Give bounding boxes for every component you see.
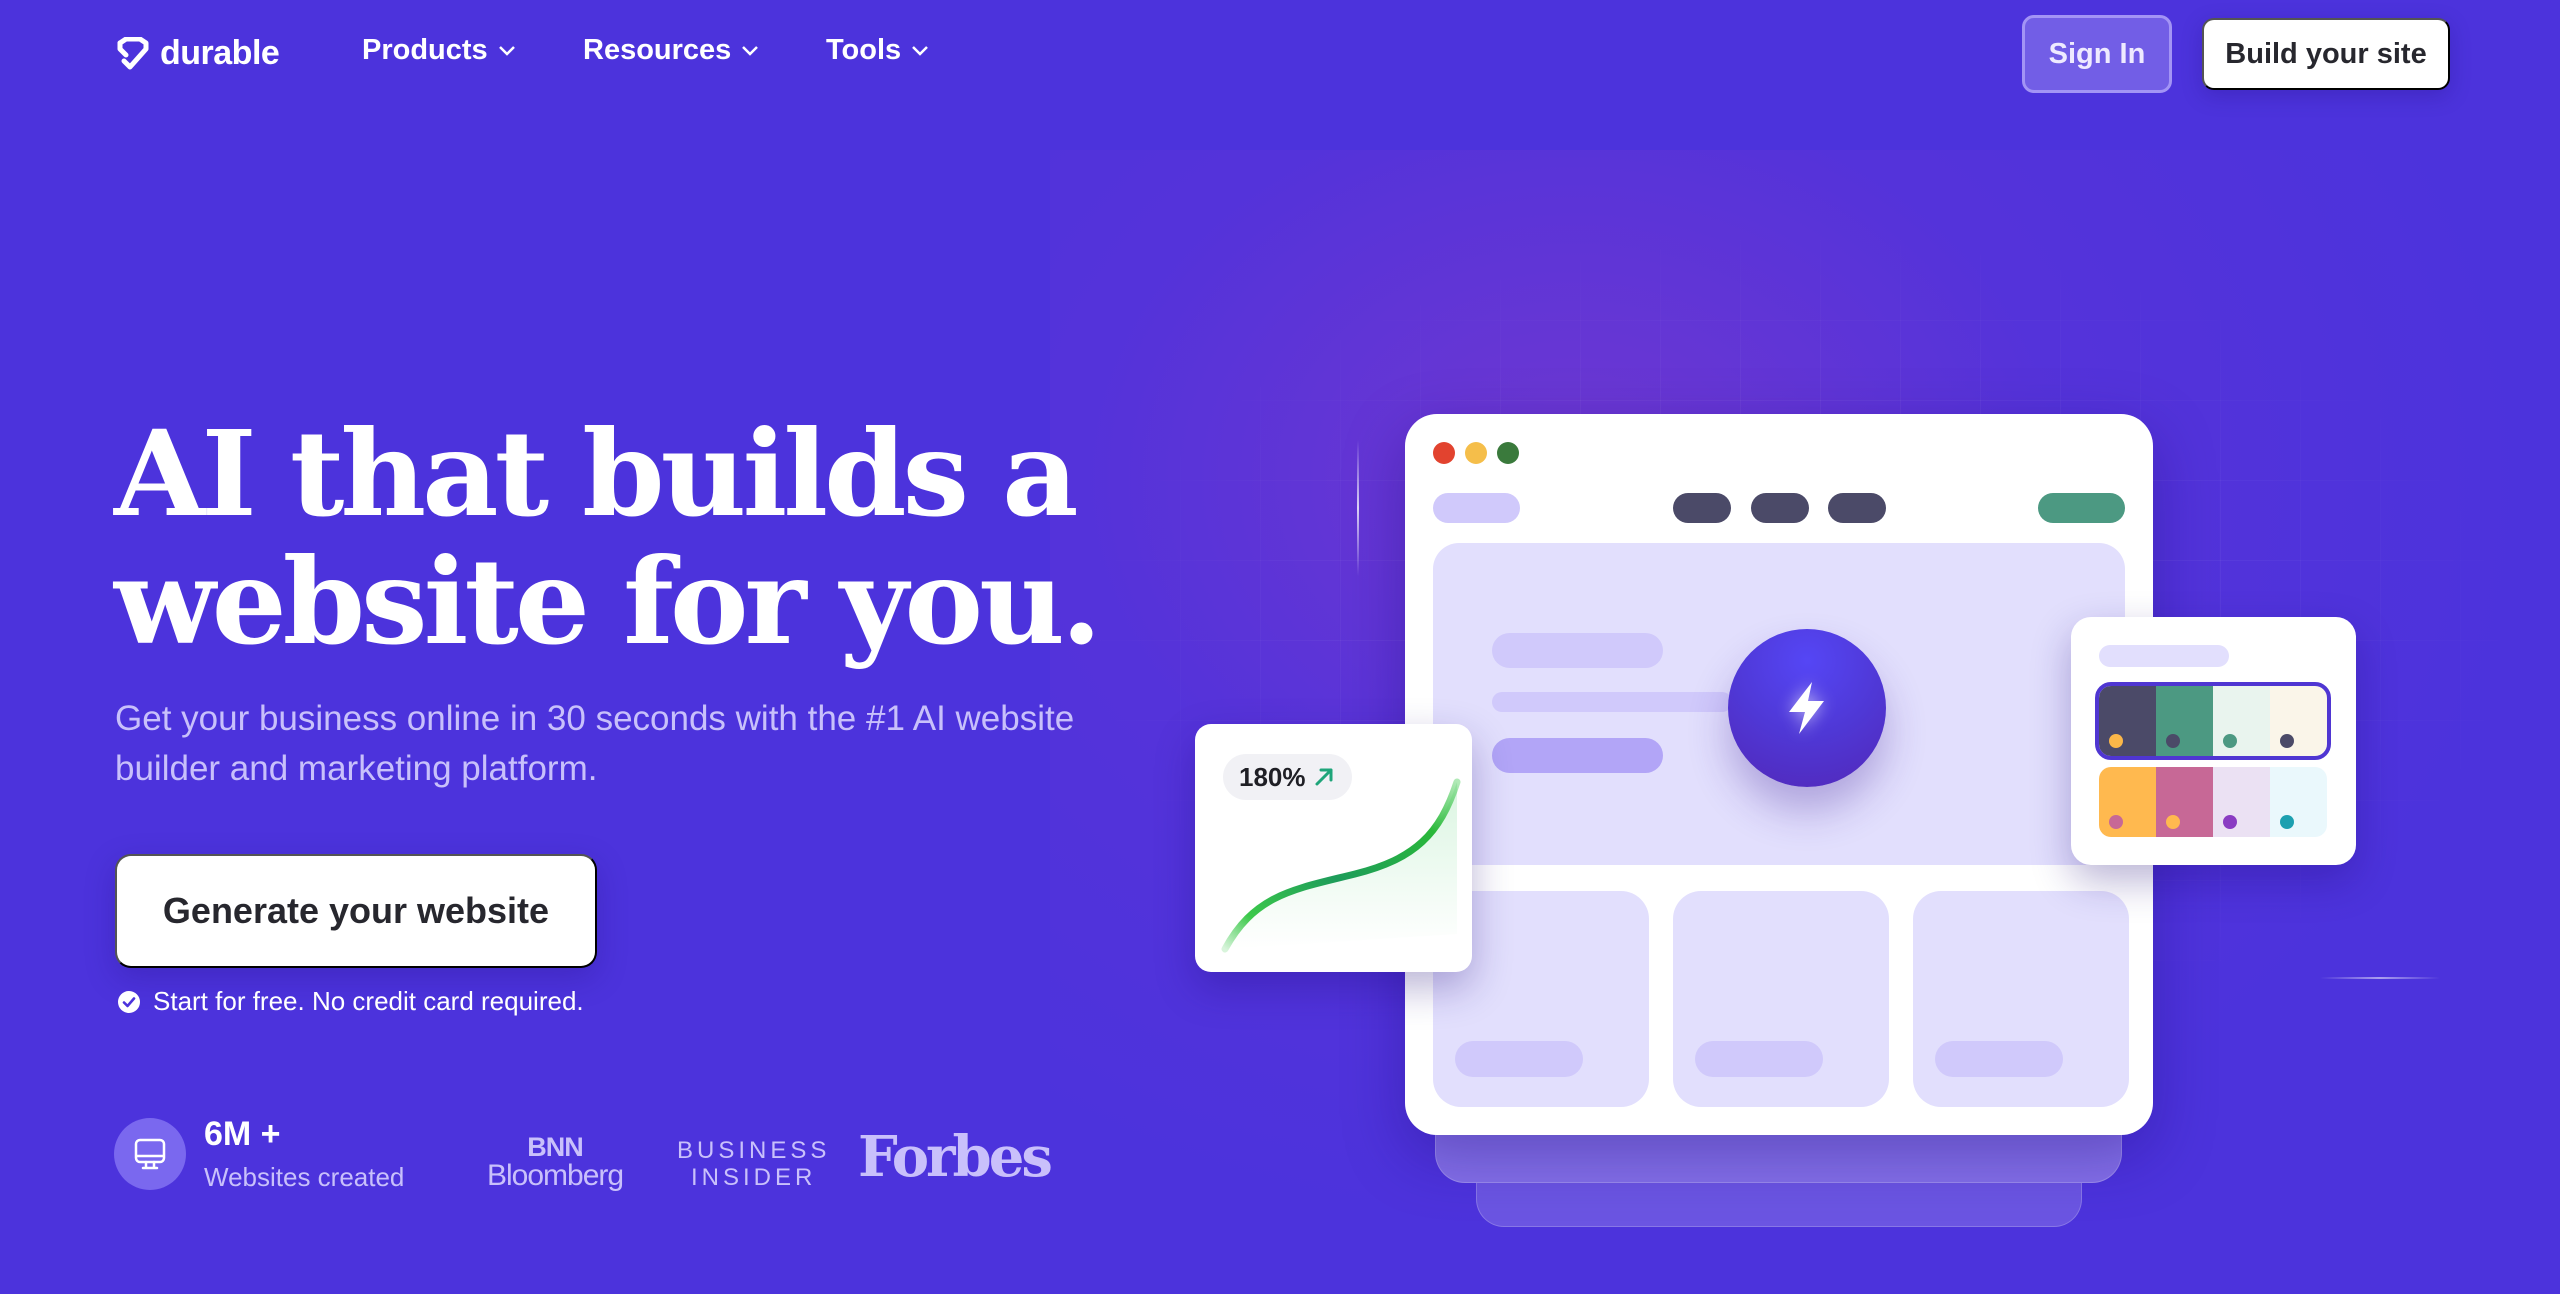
nav-products-label: Products — [362, 34, 488, 66]
hero-headline: AI that builds a website for you. — [114, 410, 1114, 666]
growth-value: 180% — [1239, 761, 1306, 792]
palette-dot — [2280, 815, 2294, 829]
press-logo-business-insider: BUSINESS INSIDER — [677, 1137, 830, 1191]
nav-tools[interactable]: Tools — [826, 34, 929, 67]
palette-swatch — [2213, 767, 2270, 837]
palette-swatch — [2156, 767, 2213, 837]
hero-subtext: Get your business online in 30 seconds w… — [115, 699, 1075, 788]
top-nav: durable Products Resources Tools Sign In… — [0, 0, 2560, 108]
palette-option-2[interactable] — [2099, 767, 2327, 837]
palette-dot — [2223, 815, 2237, 829]
arrow-up-right-icon — [1315, 768, 1332, 786]
mock-nav-pill — [1751, 493, 1809, 523]
nav-resources[interactable]: Resources — [583, 34, 759, 67]
bnn-text: BNN — [527, 1132, 584, 1162]
lightning-bolt-icon — [1789, 682, 1824, 734]
sign-in-button[interactable]: Sign In — [2022, 15, 2172, 93]
palette-dot — [2166, 815, 2180, 829]
durable-logo-icon — [117, 36, 149, 69]
brand-logo[interactable]: durable — [114, 34, 280, 73]
chevron-down-icon — [498, 45, 515, 56]
stat-value: 6M + — [204, 1115, 281, 1153]
chevron-down-icon — [912, 45, 929, 56]
traffic-light-yellow-icon — [1465, 442, 1487, 464]
mock-card-pill — [1695, 1041, 1823, 1077]
stat-icon-badge — [114, 1117, 186, 1190]
headline-line-1: AI that builds a — [114, 404, 1079, 543]
nav-products[interactable]: Products — [362, 34, 516, 67]
palette-dot — [2109, 815, 2123, 829]
mock-card — [1913, 891, 2129, 1107]
chevron-down-icon — [742, 45, 759, 56]
check-circle-icon — [118, 990, 140, 1013]
mock-logo-pill — [1433, 493, 1520, 523]
growth-badge: 180% — [1223, 754, 1352, 800]
websites-stat: 6M + Websites created — [114, 1114, 404, 1193]
generate-website-button[interactable]: Generate your website — [115, 854, 597, 968]
ai-bolt-button — [1728, 629, 1886, 787]
palette-swatch — [2099, 767, 2156, 837]
mock-hero-panel — [1433, 543, 2125, 865]
mock-nav-pill — [1673, 493, 1731, 523]
traffic-light-red-icon — [1433, 442, 1455, 464]
nav-resources-label: Resources — [583, 34, 732, 66]
mock-card-pill — [1935, 1041, 2063, 1077]
press-logo-bnn-bloomberg: BNN Bloomberg — [487, 1132, 624, 1192]
growth-chart-card: 180% — [1195, 724, 1472, 972]
mock-cta-pill — [2038, 493, 2125, 523]
traffic-light-green-icon — [1497, 442, 1519, 464]
mock-nav-pill — [1828, 493, 1886, 523]
browser-mockup — [1405, 414, 2153, 1135]
mock-button-bar — [1492, 738, 1663, 773]
palette-swatch — [2270, 767, 2327, 837]
decorative-line — [1357, 440, 1359, 576]
headline-line-2: website for you. — [114, 532, 1102, 671]
color-palette-card — [2071, 617, 2356, 865]
mock-card — [1673, 891, 1889, 1107]
free-note-text: Start for free. No credit card required. — [153, 986, 584, 1016]
nav-tools-label: Tools — [826, 34, 902, 66]
palette-selection-outline — [2095, 682, 2331, 760]
stat-label: Websites created — [204, 1162, 405, 1192]
build-your-site-button[interactable]: Build your site — [2202, 18, 2450, 90]
monitor-icon — [134, 1138, 166, 1169]
mock-text-bar — [1492, 633, 1663, 668]
brand-name: durable — [160, 34, 280, 72]
insider-text: INSIDER — [691, 1164, 817, 1191]
mock-card-pill — [1455, 1041, 1583, 1077]
business-text: BUSINESS — [677, 1137, 831, 1164]
bloomberg-text: Bloomberg — [487, 1159, 624, 1192]
free-note: Start for free. No credit card required. — [117, 986, 584, 1017]
decorative-line — [2320, 977, 2440, 979]
press-logo-forbes: Forbes — [858, 1124, 1053, 1190]
palette-title-bar — [2099, 645, 2229, 667]
mock-text-bar — [1492, 692, 1732, 712]
